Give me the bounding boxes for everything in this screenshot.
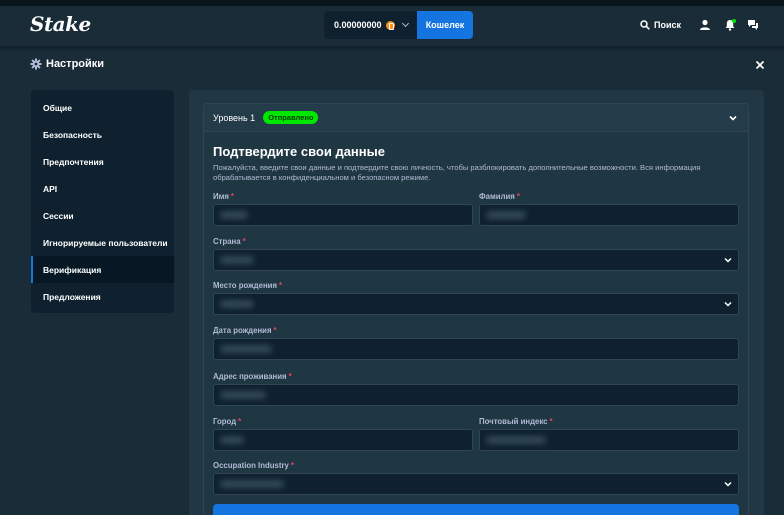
occupation-label: Occupation Industry * — [213, 461, 294, 470]
chevron-down-icon[interactable] — [728, 113, 738, 123]
city-input[interactable] — [213, 429, 473, 451]
required-mark: * — [273, 326, 277, 335]
blurred-value — [220, 480, 284, 488]
first-name-input[interactable] — [213, 204, 473, 226]
search-icon — [640, 20, 650, 30]
blurred-value — [486, 436, 546, 444]
wallet-button[interactable]: Кошелек — [417, 11, 473, 39]
required-mark: * — [516, 192, 520, 201]
birth-date-label: Дата рождения * — [213, 326, 277, 335]
status-badge: Отправлено — [263, 111, 319, 124]
blurred-value — [486, 211, 526, 219]
birth-place-select[interactable] — [213, 293, 739, 315]
blurred-value — [220, 211, 248, 219]
settings-sidebar: Общие Безопасность Предпочтения API Сесс… — [31, 90, 174, 313]
chevron-down-icon — [401, 19, 409, 28]
sidebar-item-general[interactable]: Общие — [31, 94, 174, 121]
notifications-icon[interactable] — [723, 18, 737, 32]
country-label-text: Страна — [213, 237, 241, 246]
submit-button[interactable] — [213, 504, 739, 515]
balance-value: 0.00000000 — [334, 20, 382, 30]
postal-code-input[interactable] — [479, 429, 739, 451]
blurred-value — [220, 345, 272, 353]
gear-icon — [30, 58, 42, 70]
blurred-value — [220, 256, 254, 264]
blurred-value — [220, 391, 266, 399]
blurred-value — [220, 436, 244, 444]
city-label-text: Город — [213, 417, 237, 426]
stake-logo[interactable]: Stake — [30, 12, 91, 36]
first-name-label: Имя * — [213, 192, 234, 201]
sidebar-item-preferences[interactable]: Предпочтения — [31, 148, 174, 175]
search-label: Поиск — [654, 20, 682, 30]
level-label: Уровень 1 — [213, 112, 256, 123]
sidebar-item-ignored-users[interactable]: Игнорируемые пользователи — [31, 229, 174, 256]
sidebar-item-offers[interactable]: Предложения — [31, 283, 174, 310]
sidebar-item-sessions[interactable]: Сессии — [31, 202, 174, 229]
required-mark: * — [279, 281, 283, 290]
sidebar-item-verification[interactable]: Верификация — [31, 256, 174, 283]
birth-place-label: Место рождения * — [213, 281, 282, 290]
last-name-label-text: Фамилия — [479, 192, 515, 201]
chevron-down-icon — [724, 301, 732, 307]
level-header[interactable]: Уровень 1 Отправлено — [204, 104, 748, 132]
chevron-down-icon — [724, 257, 732, 263]
occupation-select[interactable] — [213, 473, 739, 495]
required-mark: * — [288, 372, 292, 381]
form-description: Пожалуйста, введите свои данные и подтве… — [213, 163, 701, 182]
address-label-text: Адрес проживания — [213, 372, 287, 381]
occupation-label-text: Occupation Industry — [213, 461, 289, 470]
address-input[interactable] — [213, 384, 739, 406]
blurred-value — [220, 300, 254, 308]
user-icon[interactable] — [698, 18, 712, 32]
required-mark: * — [242, 237, 246, 246]
address-label: Адрес проживания * — [213, 372, 292, 381]
required-mark: * — [549, 417, 553, 426]
chat-icon[interactable] — [746, 18, 760, 32]
country-select[interactable] — [213, 249, 739, 271]
required-mark: * — [290, 461, 294, 470]
last-name-label: Фамилия * — [479, 192, 520, 201]
required-mark: * — [238, 417, 242, 426]
sidebar-item-security[interactable]: Безопасность — [31, 121, 174, 148]
postal-code-label: Почтовый индекс * — [479, 417, 553, 426]
form-title: Подтвердите свои данные — [213, 144, 385, 159]
required-mark: * — [230, 192, 234, 201]
top-bar: Stake 0.00000000 Кошелек Поиск — [0, 6, 784, 46]
settings-title: Настройки — [46, 58, 105, 70]
city-label: Город * — [213, 417, 241, 426]
settings-header: Настройки — [30, 58, 104, 70]
search-button[interactable]: Поиск — [640, 18, 681, 32]
first-name-label-text: Имя — [213, 192, 229, 201]
birth-date-label-text: Дата рождения — [213, 326, 272, 335]
verification-card: Уровень 1 Отправлено Подтвердите свои да… — [203, 103, 749, 515]
birth-date-input[interactable] — [213, 338, 739, 360]
chevron-down-icon — [724, 481, 732, 487]
postal-code-label-text: Почтовый индекс — [479, 417, 548, 426]
birth-place-label-text: Место рождения — [213, 281, 277, 290]
balance-selector[interactable]: 0.00000000 — [324, 11, 418, 39]
country-label: Страна * — [213, 237, 246, 246]
bitcoin-icon — [385, 20, 395, 30]
last-name-input[interactable] — [479, 204, 739, 226]
close-icon[interactable] — [754, 59, 766, 71]
sidebar-item-api[interactable]: API — [31, 175, 174, 202]
